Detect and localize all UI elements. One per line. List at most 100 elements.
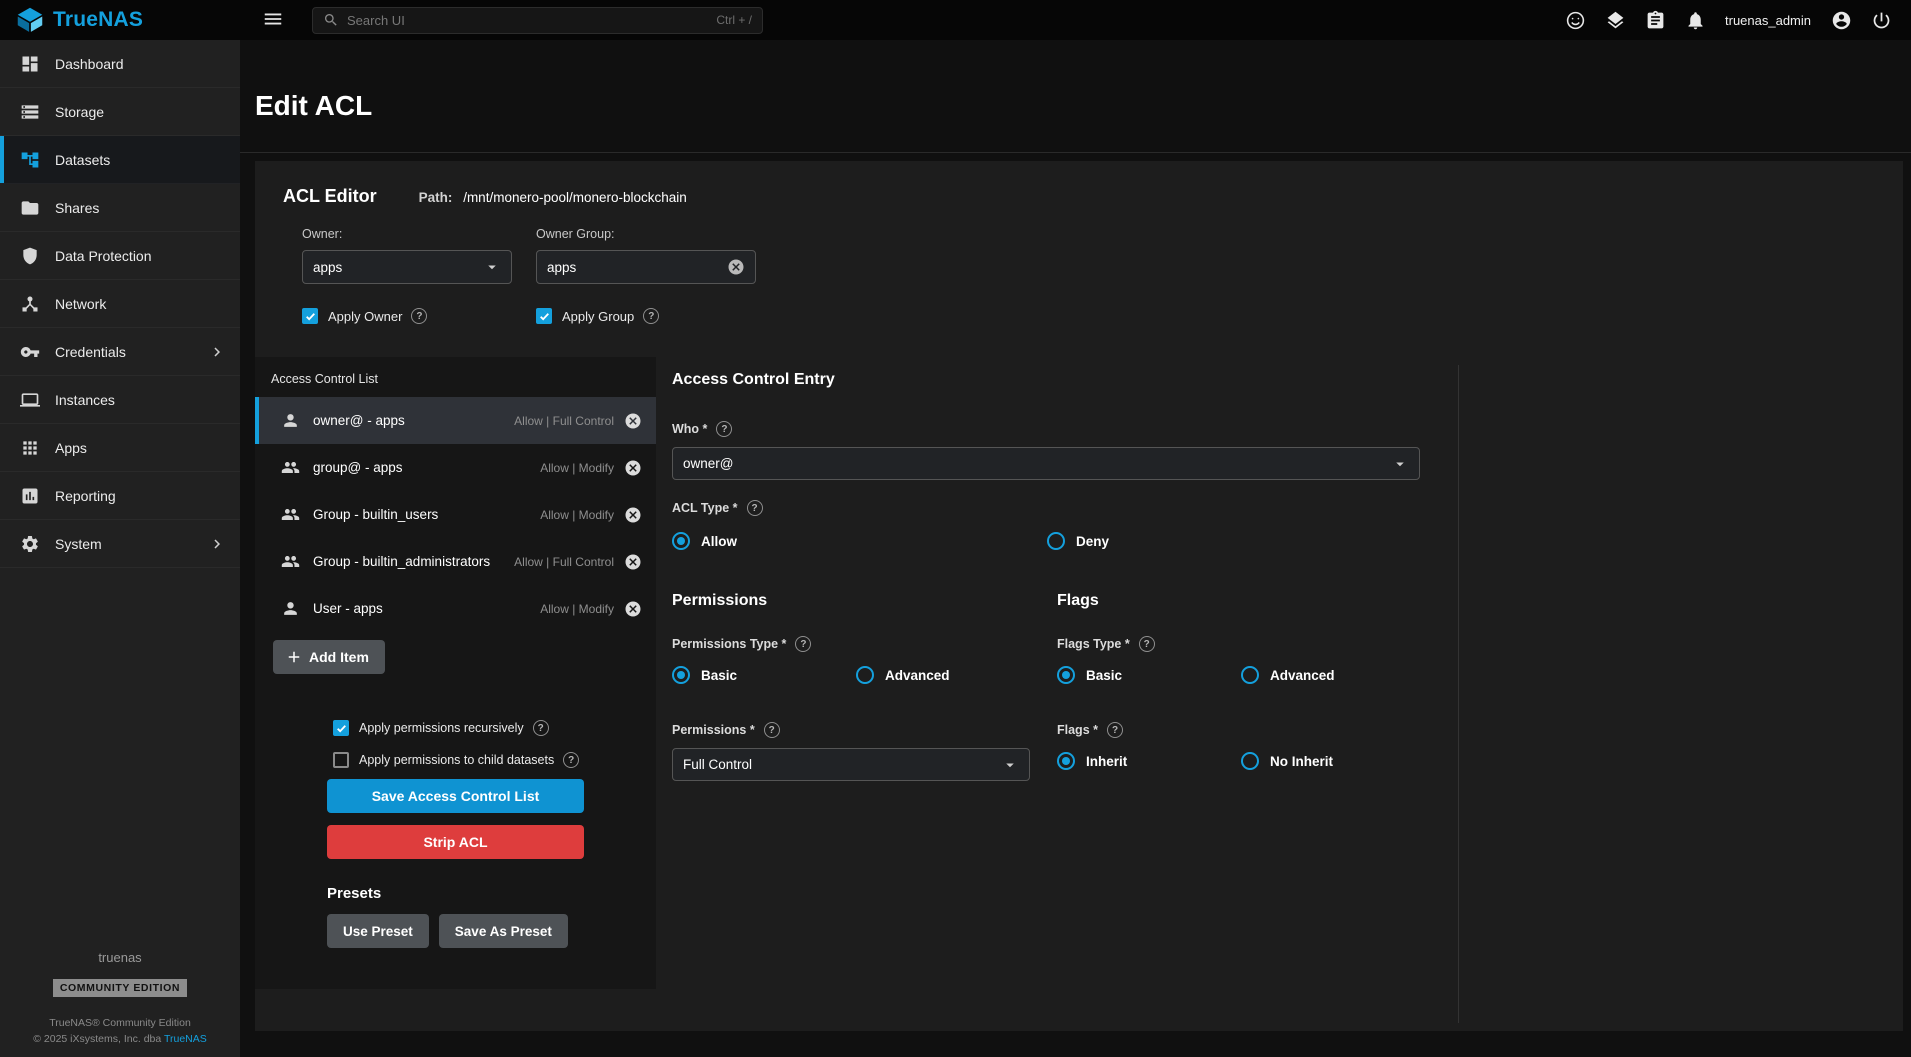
chevron-right-icon <box>208 535 226 553</box>
help-icon[interactable] <box>563 752 579 768</box>
save-as-preset-button[interactable]: Save As Preset <box>439 914 568 948</box>
acl-entry-row[interactable]: User - apps Allow | Modify <box>255 585 656 632</box>
sidebar-item-credentials[interactable]: Credentials <box>0 328 240 376</box>
save-acl-button[interactable]: Save Access Control List <box>327 779 584 813</box>
who-value: owner@ <box>683 456 1391 471</box>
permissions-value: Full Control <box>683 757 1001 772</box>
strip-acl-button[interactable]: Strip ACL <box>327 825 584 859</box>
use-preset-button[interactable]: Use Preset <box>327 914 429 948</box>
radio-flags-advanced[interactable]: Advanced <box>1241 666 1425 684</box>
acl-entry-row[interactable]: group@ - apps Allow | Modify <box>255 444 656 491</box>
tasks-icon[interactable] <box>1643 8 1667 32</box>
remove-entry-icon[interactable] <box>624 459 642 477</box>
remove-entry-icon[interactable] <box>624 412 642 430</box>
user-menu-icon[interactable] <box>1829 8 1853 32</box>
who-select[interactable]: owner@ <box>672 447 1420 480</box>
apply-group-checkbox[interactable] <box>536 308 552 324</box>
sidebar-item-shares[interactable]: Shares <box>0 184 240 232</box>
sidebar-item-system[interactable]: System <box>0 520 240 568</box>
clear-icon[interactable] <box>727 258 745 276</box>
storage-icon <box>20 102 40 122</box>
sidebar-item-network[interactable]: Network <box>0 280 240 328</box>
help-icon[interactable] <box>643 308 659 324</box>
sidebar-item-apps[interactable]: Apps <box>0 424 240 472</box>
sidebar-item-label: Credentials <box>55 344 126 360</box>
sidebar-item-data-protection[interactable]: Data Protection <box>0 232 240 280</box>
chevron-down-icon <box>1001 756 1019 774</box>
help-icon[interactable] <box>716 421 732 437</box>
radio-inherit[interactable]: Inherit <box>1057 752 1241 770</box>
radio-flags-basic[interactable]: Basic <box>1057 666 1241 684</box>
acl-entry-permission: Allow | Full Control <box>514 414 614 428</box>
recursive-checkbox[interactable] <box>333 720 349 736</box>
alerts-icon[interactable] <box>1683 8 1707 32</box>
instances-icon <box>20 390 40 410</box>
radio-deny[interactable]: Deny <box>1047 532 1422 550</box>
add-item-button[interactable]: Add Item <box>273 640 385 674</box>
menu-toggle-icon[interactable] <box>260 7 286 33</box>
acl-list-panel: Access Control List owner@ - apps Allow … <box>255 357 656 989</box>
acl-entry-name: owner@ - apps <box>313 413 405 428</box>
radio-label: Inherit <box>1086 754 1127 769</box>
owner-group-value: apps <box>547 260 727 275</box>
sidebar-item-datasets[interactable]: Datasets <box>0 136 240 184</box>
child-datasets-checkbox[interactable] <box>333 752 349 768</box>
acl-type-label: ACL Type * <box>672 501 738 515</box>
acl-entry-row[interactable]: Group - builtin_users Allow | Modify <box>255 491 656 538</box>
title-divider <box>240 152 1911 153</box>
radio-permissions-advanced[interactable]: Advanced <box>856 666 1040 684</box>
sidebar-item-instances[interactable]: Instances <box>0 376 240 424</box>
apply-owner-checkbox[interactable] <box>302 308 318 324</box>
copyright-text: © 2025 iXsystems, Inc. dba TrueNAS <box>0 1033 240 1045</box>
remove-entry-icon[interactable] <box>624 506 642 524</box>
remove-entry-icon[interactable] <box>624 600 642 618</box>
owner-value: apps <box>313 260 483 275</box>
sidebar-item-label: Storage <box>55 104 104 120</box>
permissions-heading: Permissions <box>672 592 1057 610</box>
owner-group-input[interactable]: apps <box>536 250 756 284</box>
jobs-icon[interactable] <box>1603 8 1627 32</box>
save-acl-label: Save Access Control List <box>372 788 540 804</box>
truenas-logo[interactable]: TrueNAS <box>0 6 240 34</box>
owner-select[interactable]: apps <box>302 250 512 284</box>
radio-allow[interactable]: Allow <box>672 532 1047 550</box>
username[interactable]: truenas_admin <box>1725 13 1811 28</box>
radio-label: Deny <box>1076 534 1109 549</box>
help-icon[interactable] <box>764 722 780 738</box>
radio-selected-icon <box>672 666 690 684</box>
radio-selected-icon <box>1057 666 1075 684</box>
acl-entry-row[interactable]: Group - builtin_administrators Allow | F… <box>255 538 656 585</box>
copyright-brand-link[interactable]: TrueNAS <box>164 1033 207 1045</box>
radio-permissions-basic[interactable]: Basic <box>672 666 856 684</box>
search-box[interactable]: Ctrl + / <box>312 7 763 34</box>
presets-heading: Presets <box>327 885 656 902</box>
feedback-icon[interactable] <box>1563 8 1587 32</box>
sidebar-footer: truenas COMMUNITY EDITION TrueNAS® Commu… <box>0 950 240 1057</box>
main-content: Edit ACL ACL Editor Path: /mnt/monero-po… <box>240 40 1911 1057</box>
data-protection-icon <box>20 246 40 266</box>
strip-acl-label: Strip ACL <box>423 834 487 850</box>
people-icon <box>281 505 300 524</box>
help-icon[interactable] <box>411 308 427 324</box>
help-icon[interactable] <box>1107 722 1123 738</box>
sidebar-item-dashboard[interactable]: Dashboard <box>0 40 240 88</box>
power-icon[interactable] <box>1869 8 1893 32</box>
search-input[interactable] <box>347 13 708 28</box>
help-icon[interactable] <box>747 500 763 516</box>
acl-entry-name: Group - builtin_administrators <box>313 554 490 569</box>
flags-label: Flags * <box>1057 723 1098 737</box>
acl-list-title: Access Control List <box>255 357 656 397</box>
help-icon[interactable] <box>533 720 549 736</box>
sidebar-item-storage[interactable]: Storage <box>0 88 240 136</box>
child-datasets-label: Apply permissions to child datasets <box>359 753 554 767</box>
path-label: Path: <box>419 190 453 205</box>
permissions-select[interactable]: Full Control <box>672 748 1030 781</box>
help-icon[interactable] <box>795 636 811 652</box>
sidebar-item-reporting[interactable]: Reporting <box>0 472 240 520</box>
acl-entry-row[interactable]: owner@ - apps Allow | Full Control <box>255 397 656 444</box>
radio-no-inherit[interactable]: No Inherit <box>1241 752 1425 770</box>
card-heading: ACL Editor <box>283 186 377 207</box>
help-icon[interactable] <box>1139 636 1155 652</box>
system-icon <box>20 534 40 554</box>
remove-entry-icon[interactable] <box>624 553 642 571</box>
